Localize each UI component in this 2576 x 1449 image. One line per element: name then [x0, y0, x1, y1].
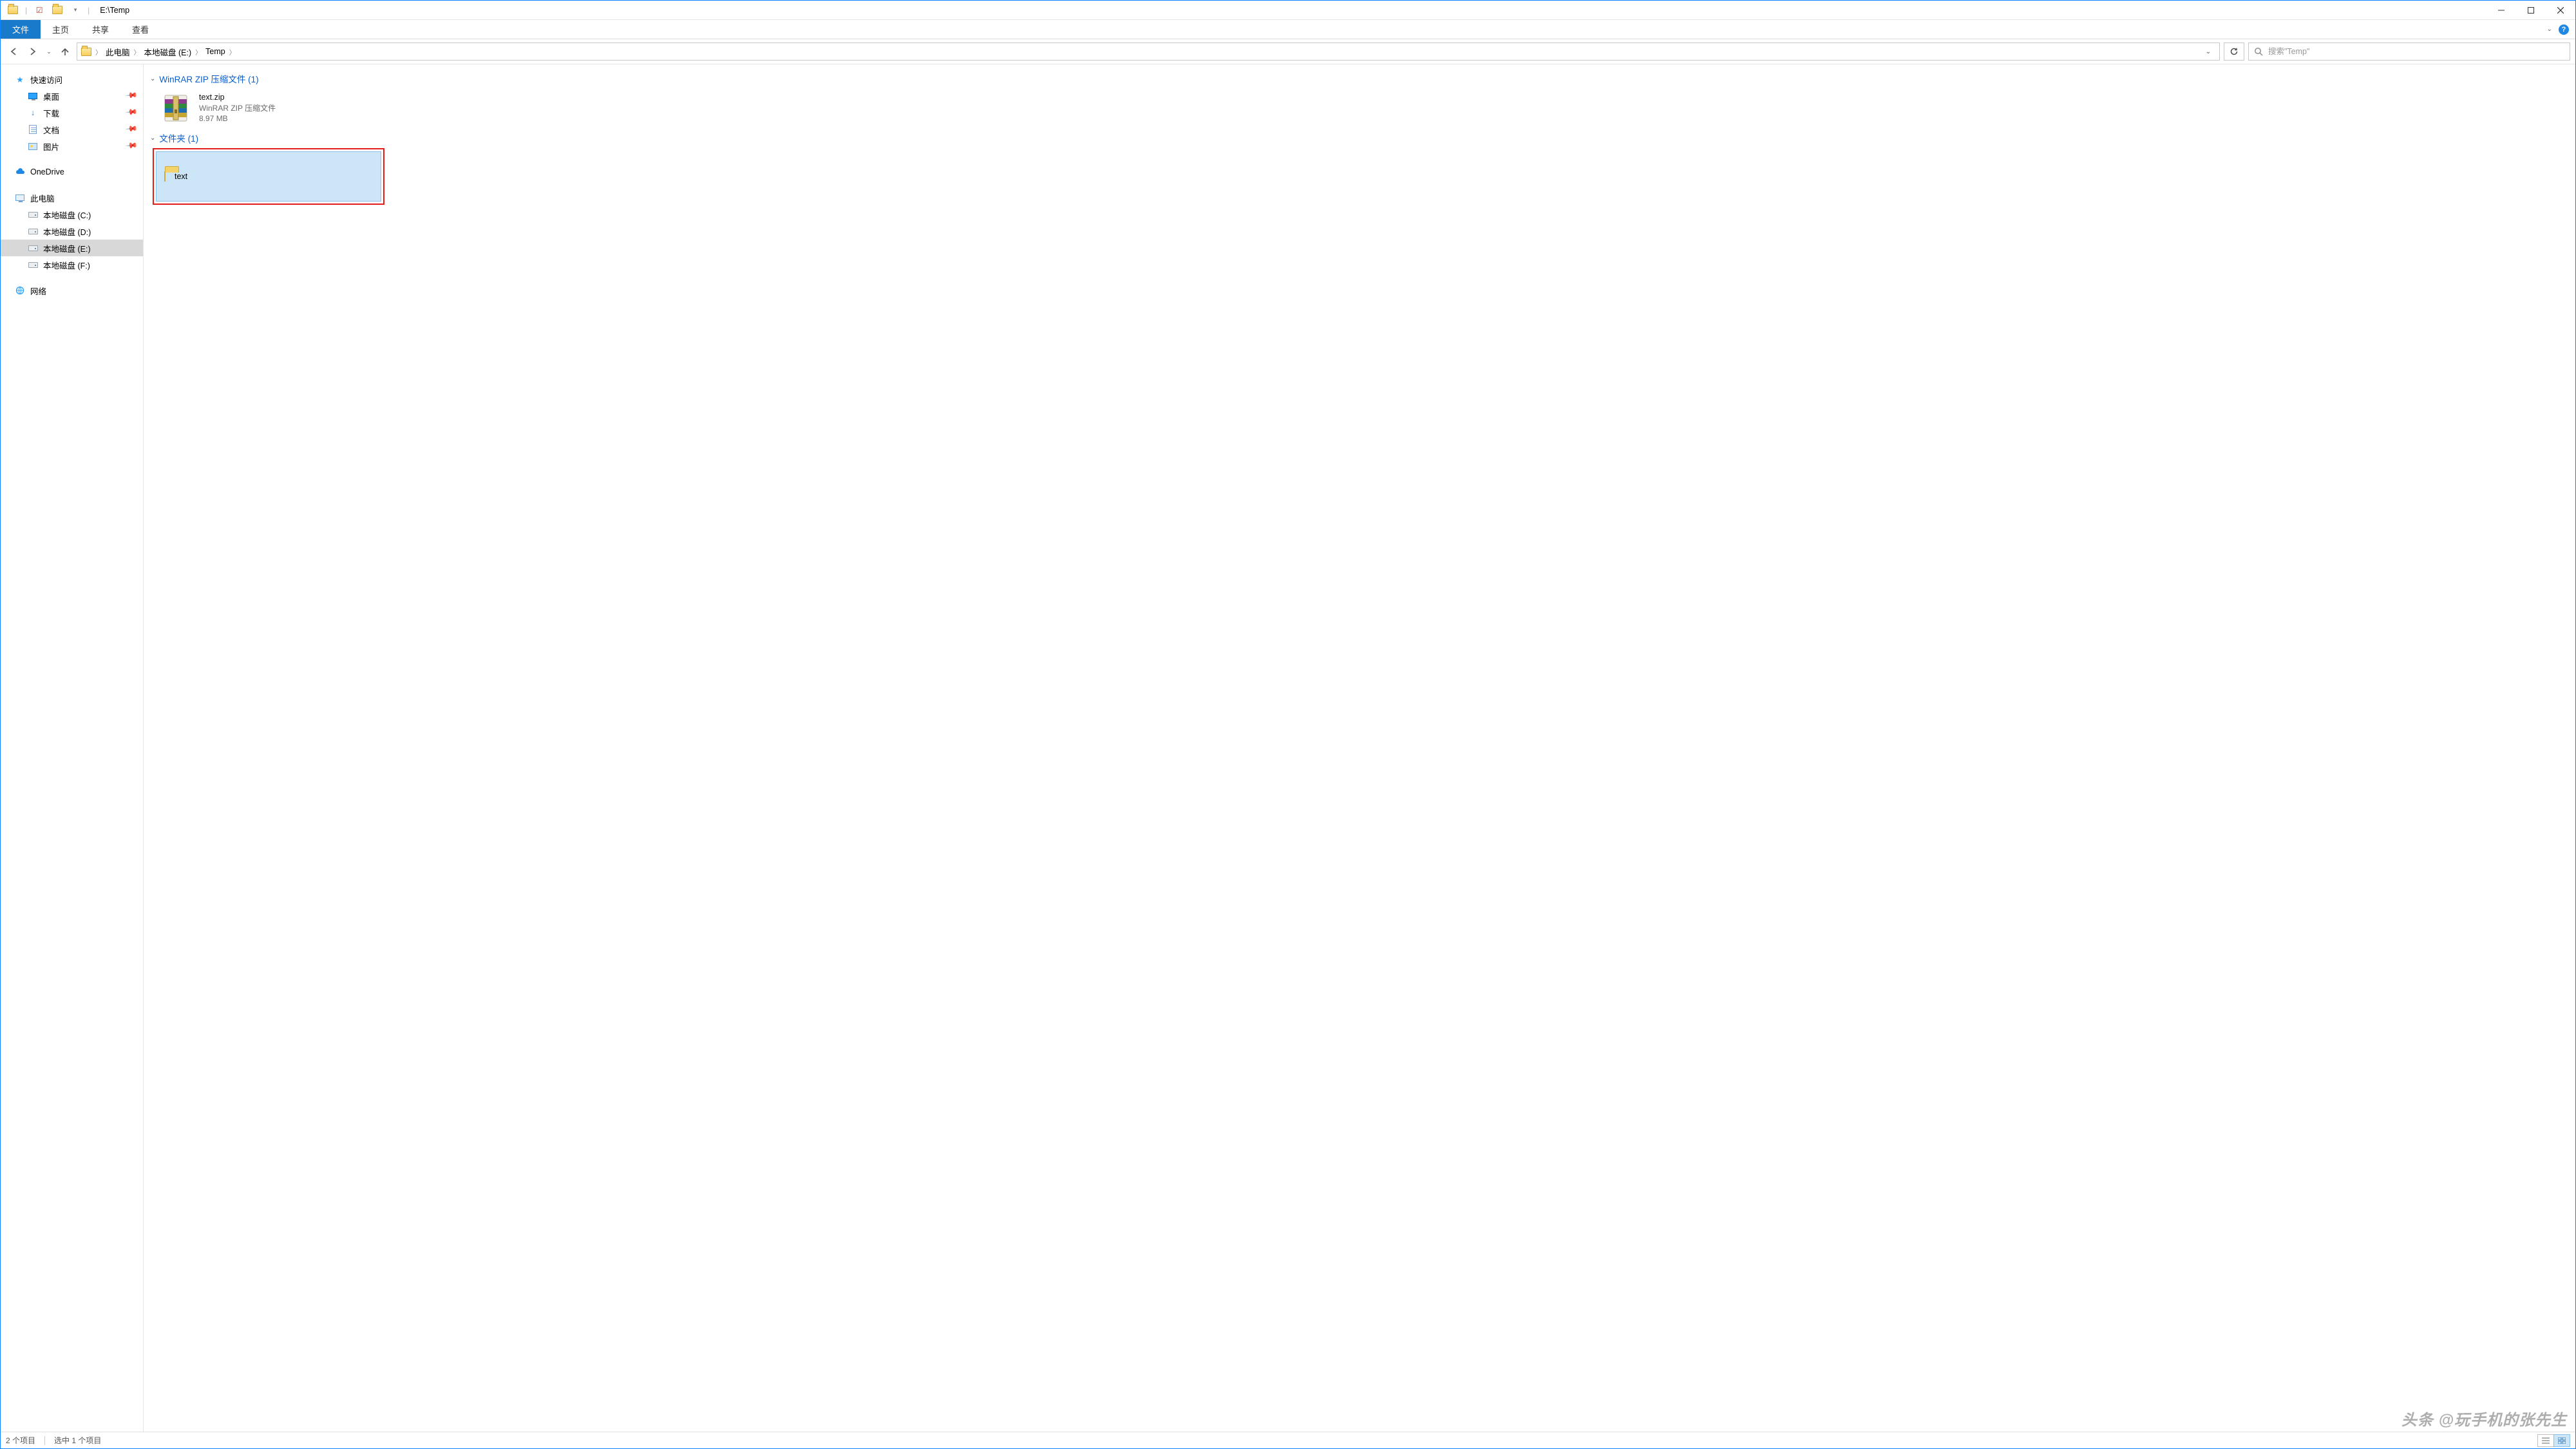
desktop-icon [28, 91, 38, 101]
nav-drive-c[interactable]: 本地磁盘 (C:) [1, 206, 143, 223]
arrow-right-icon [28, 47, 37, 56]
search-input[interactable] [2268, 47, 2564, 56]
arrow-left-icon [9, 47, 18, 56]
qat-separator-2: | [88, 6, 90, 15]
window-title: E:\Temp [100, 6, 129, 15]
star-icon: ★ [15, 74, 25, 84]
download-icon: ↓ [28, 108, 38, 118]
pin-icon: 📌 [125, 122, 138, 135]
minimize-button[interactable] [2486, 1, 2516, 19]
pin-icon: 📌 [125, 106, 138, 118]
qat-separator: | [25, 6, 27, 15]
pin-icon: 📌 [125, 89, 138, 102]
view-details-button[interactable] [2537, 1434, 2554, 1447]
maximize-button[interactable] [2516, 1, 2546, 19]
search-box[interactable] [2248, 43, 2570, 61]
status-separator [44, 1436, 45, 1445]
chevron-right-icon: 〉 [134, 47, 140, 57]
title-bar: | ☑ ▾ | E:\Temp [1, 1, 2575, 20]
nav-desktop[interactable]: 桌面 📌 [1, 88, 143, 104]
ribbon-tab-home[interactable]: 主页 [41, 20, 80, 39]
winrar-icon [160, 93, 191, 124]
nav-downloads[interactable]: ↓ 下载 📌 [1, 104, 143, 121]
ribbon-tab-view[interactable]: 查看 [120, 20, 160, 39]
content-pane: ⌄ WinRAR ZIP 压缩文件 (1) text.zip WinRAR ZI… [144, 64, 2575, 1432]
ribbon: 文件 主页 共享 查看 ⌄ ? [1, 20, 2575, 39]
address-folder-icon [81, 46, 91, 57]
status-bar: 2 个项目 选中 1 个项目 [1, 1432, 2575, 1448]
recent-locations-button[interactable]: ⌄ [44, 44, 53, 59]
maximize-icon [2528, 7, 2534, 14]
nav-onedrive[interactable]: OneDrive [1, 164, 143, 180]
breadcrumb-this-pc[interactable]: 此电脑〉 [106, 46, 140, 58]
help-icon[interactable]: ? [2559, 24, 2569, 35]
picture-icon [28, 141, 38, 151]
status-item-count: 2 个项目 [6, 1435, 35, 1446]
file-size: 8.97 MB [199, 113, 276, 124]
drive-icon [28, 226, 38, 236]
navigation-pane: ★ 快速访问 桌面 📌 ↓ 下载 📌 文档 📌 图片 📌 [1, 64, 144, 1432]
ribbon-tab-share[interactable]: 共享 [80, 20, 120, 39]
close-button[interactable] [2546, 1, 2575, 19]
ribbon-collapse-icon[interactable]: ⌄ [2547, 26, 2552, 33]
ribbon-tab-file[interactable]: 文件 [1, 20, 41, 39]
chevron-down-icon: ⌄ [150, 75, 155, 82]
chevron-down-icon: ⌄ [150, 135, 155, 142]
close-icon [2557, 7, 2564, 14]
nav-pictures[interactable]: 图片 📌 [1, 138, 143, 155]
network-icon [15, 285, 25, 296]
highlighted-selection-annotation: text [153, 148, 384, 205]
drive-icon [28, 260, 38, 270]
back-button[interactable] [6, 44, 21, 59]
pc-icon [15, 193, 25, 203]
folder-name: text [175, 172, 187, 181]
qat-customize-icon[interactable]: ▾ [68, 3, 82, 17]
breadcrumb-temp[interactable]: Temp〉 [205, 47, 236, 57]
arrow-up-icon [61, 47, 70, 56]
up-button[interactable] [57, 44, 73, 59]
chevron-right-icon: 〉 [95, 47, 102, 57]
tiles-view-icon [2558, 1437, 2566, 1444]
nav-quick-access[interactable]: ★ 快速访问 [1, 71, 143, 88]
nav-network[interactable]: 网络 [1, 282, 143, 299]
address-dropdown-button[interactable]: ⌄ [2201, 43, 2215, 60]
chevron-right-icon: 〉 [195, 47, 202, 57]
group-header-folder[interactable]: ⌄ 文件夹 (1) [150, 131, 2569, 144]
chevron-right-icon: 〉 [229, 47, 236, 57]
refresh-icon [2230, 47, 2239, 56]
group-header-zip[interactable]: ⌄ WinRAR ZIP 压缩文件 (1) [150, 72, 2569, 85]
refresh-button[interactable] [2224, 43, 2244, 61]
drive-icon [28, 209, 38, 220]
cloud-icon [15, 167, 25, 177]
forward-button[interactable] [25, 44, 41, 59]
details-view-icon [2542, 1437, 2550, 1444]
drive-icon [28, 243, 38, 253]
folder-icon [164, 172, 166, 181]
qat-folder-icon[interactable] [6, 3, 20, 17]
file-item-textzip[interactable]: text.zip WinRAR ZIP 压缩文件 8.97 MB [150, 89, 388, 128]
qat-properties-icon[interactable]: ☑ [32, 3, 46, 17]
navigation-row: ⌄ 〉 此电脑〉 本地磁盘 (E:)〉 Temp〉 ⌄ [1, 39, 2575, 64]
file-name: text.zip [199, 92, 276, 103]
nav-documents[interactable]: 文档 📌 [1, 121, 143, 138]
breadcrumb-drive-e[interactable]: 本地磁盘 (E:)〉 [144, 46, 202, 58]
folder-item-text[interactable]: text [156, 151, 381, 202]
minimize-icon [2498, 7, 2505, 14]
view-tiles-button[interactable] [2553, 1434, 2570, 1447]
qat-newfolder-icon[interactable] [50, 3, 64, 17]
nav-this-pc[interactable]: 此电脑 [1, 189, 143, 206]
status-selection: 选中 1 个项目 [54, 1435, 101, 1446]
document-icon [28, 124, 38, 135]
file-type: WinRAR ZIP 压缩文件 [199, 103, 276, 113]
nav-drive-f[interactable]: 本地磁盘 (F:) [1, 256, 143, 273]
nav-drive-e[interactable]: 本地磁盘 (E:) [1, 240, 143, 256]
nav-drive-d[interactable]: 本地磁盘 (D:) [1, 223, 143, 240]
search-icon [2254, 47, 2263, 56]
pin-icon: 📌 [125, 139, 138, 152]
address-bar[interactable]: 〉 此电脑〉 本地磁盘 (E:)〉 Temp〉 ⌄ [77, 43, 2220, 61]
